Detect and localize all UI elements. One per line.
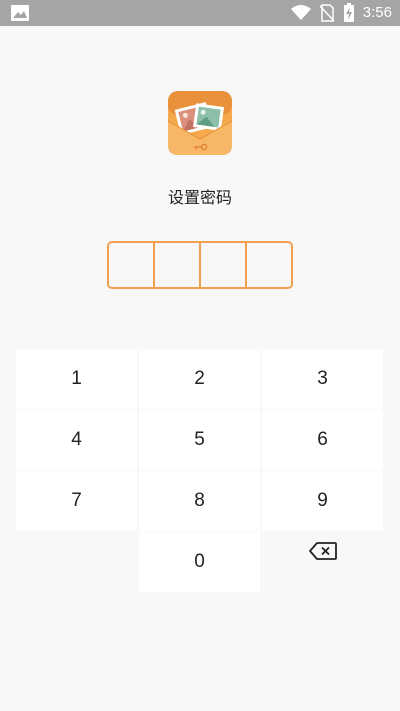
key-8[interactable]: 8 [139, 471, 260, 531]
status-time: 3:56 [362, 4, 392, 21]
pin-digit-box [109, 243, 155, 287]
key-4[interactable]: 4 [16, 410, 137, 470]
key-0[interactable]: 0 [139, 532, 260, 592]
key-5[interactable]: 5 [139, 410, 260, 470]
no-sim-icon [319, 4, 335, 22]
key-1[interactable]: 1 [16, 349, 137, 409]
pin-digit-box [155, 243, 201, 287]
photo-envelope-lock-icon [168, 91, 232, 155]
backspace-icon [308, 542, 337, 560]
page-title: 设置密码 [167, 188, 232, 207]
key-6[interactable]: 6 [262, 410, 383, 470]
number-keypad: 1 2 3 4 5 6 7 8 9 0 [16, 349, 383, 593]
battery-charging-icon [343, 3, 354, 22]
status-bar: 3:56 [0, 0, 400, 26]
key-2[interactable]: 2 [139, 349, 260, 409]
key-7[interactable]: 7 [16, 471, 137, 531]
key-9[interactable]: 9 [262, 471, 383, 531]
key-blank [16, 532, 137, 592]
image-icon [11, 5, 29, 21]
pin-digit-box [201, 243, 247, 287]
key-3[interactable]: 3 [262, 349, 383, 409]
pin-digit-box [247, 243, 291, 287]
backspace-button[interactable] [262, 532, 383, 592]
pin-input[interactable] [107, 241, 293, 289]
wifi-icon [290, 5, 311, 20]
